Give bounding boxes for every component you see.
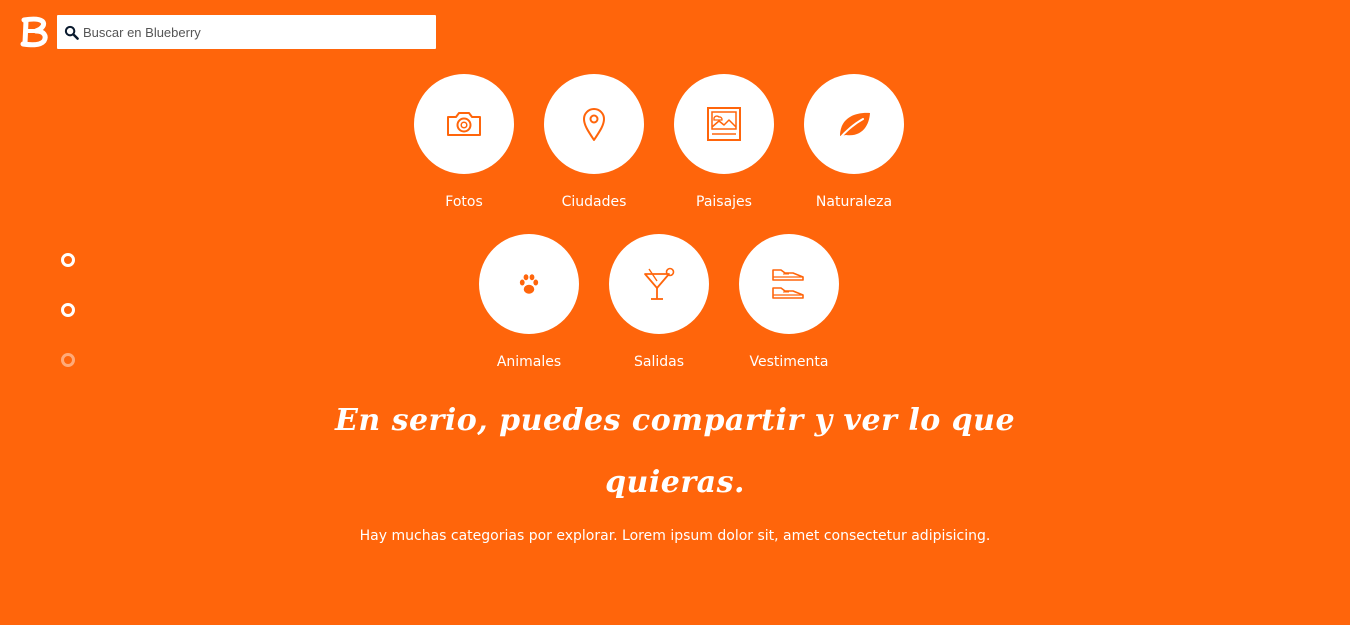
category-label: Animales	[496, 354, 562, 370]
blueberry-logo[interactable]	[18, 16, 48, 48]
category-label: Salidas	[633, 354, 684, 370]
sneakers-icon	[772, 269, 804, 299]
pager-dot-2[interactable]	[61, 303, 75, 317]
category-circle[interactable]	[544, 74, 644, 174]
category-circle[interactable]	[414, 74, 514, 174]
category-label: Naturaleza	[815, 194, 893, 210]
search-input[interactable]	[83, 24, 423, 40]
category-circle[interactable]	[674, 74, 774, 174]
category-ciudades[interactable]: Ciudades	[524, 74, 664, 212]
pager-dot-1[interactable]	[61, 253, 75, 267]
page: Fotos Ciudades Paisajes	[0, 0, 1350, 625]
hero-subtitle: Hay muchas categorias por explorar. Lore…	[359, 528, 991, 544]
category-circle[interactable]	[479, 234, 579, 334]
category-fotos[interactable]: Fotos	[394, 74, 534, 212]
pager-dot-3[interactable]	[61, 353, 75, 367]
category-animales[interactable]: Animales	[459, 234, 599, 372]
category-label: Paisajes	[696, 194, 752, 210]
category-circle[interactable]	[609, 234, 709, 334]
paw-icon	[519, 274, 539, 294]
camera-icon	[447, 112, 481, 136]
category-label: Vestimenta	[749, 354, 829, 370]
search-bar[interactable]	[57, 15, 436, 49]
leaf-icon	[838, 112, 870, 140]
search-icon	[64, 25, 79, 40]
category-circle[interactable]	[804, 74, 904, 174]
category-paisajes[interactable]: Paisajes	[654, 74, 794, 212]
category-circle[interactable]	[739, 234, 839, 334]
hero-headline: En serio, puedes compartir y ver lo que …	[334, 403, 1016, 500]
landscape-image-icon	[707, 107, 741, 141]
map-pin-icon	[583, 108, 605, 141]
category-vestimenta[interactable]: Vestimenta	[719, 234, 859, 372]
cocktail-icon	[644, 267, 675, 300]
category-label: Fotos	[445, 194, 483, 210]
category-salidas[interactable]: Salidas	[589, 234, 729, 372]
category-naturaleza[interactable]: Naturaleza	[784, 74, 924, 212]
category-label: Ciudades	[561, 194, 627, 210]
